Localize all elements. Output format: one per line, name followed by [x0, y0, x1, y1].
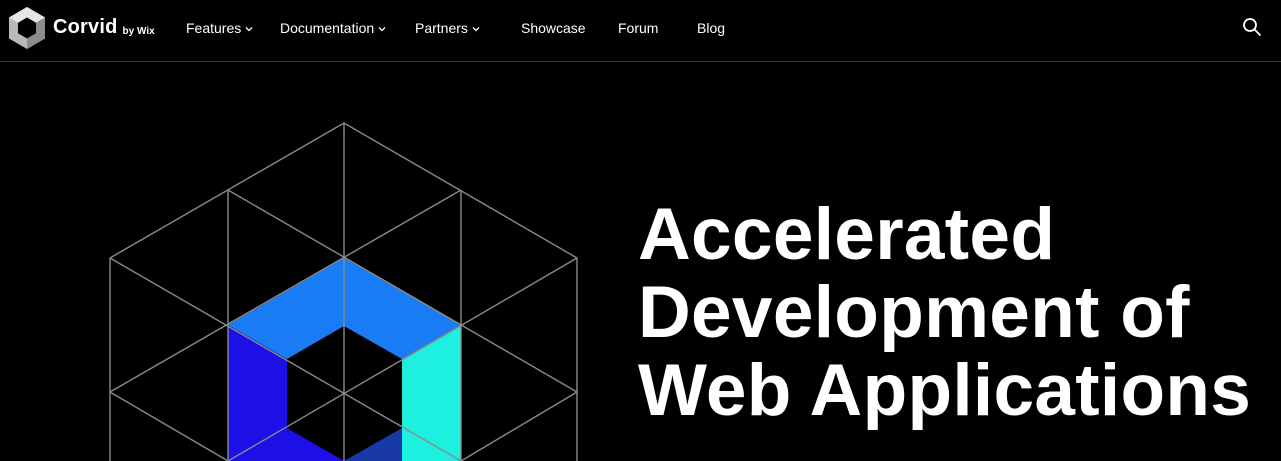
ring-bottom-face — [344, 428, 402, 461]
nav-forum-label: Forum — [618, 19, 659, 36]
nav-features-label: Features — [186, 19, 242, 36]
hero-title-line-3: Web Applications — [638, 350, 1252, 431]
nav-forum[interactable]: Forum — [618, 0, 658, 55]
top-navbar: Corvid by Wix Features Documentation Par… — [0, 0, 1281, 62]
nav-partners[interactable]: Partners — [415, 0, 481, 55]
search-icon[interactable] — [1242, 17, 1262, 37]
nav-blog[interactable]: Blog — [697, 0, 725, 55]
chevron-down-icon — [245, 26, 253, 31]
brand-byline: by Wix — [122, 25, 155, 37]
hero-title-line-2: Development of — [638, 272, 1190, 353]
nav-blog-label: Blog — [697, 19, 726, 36]
corvid-logo[interactable]: Corvid by Wix — [8, 6, 155, 50]
hero-title-line-1: Accelerated — [638, 194, 1056, 275]
page: Corvid by Wix Features Documentation Par… — [0, 0, 1281, 461]
nav-documentation[interactable]: Documentation — [280, 0, 387, 55]
nav-partners-label: Partners — [415, 19, 468, 36]
chevron-down-icon — [378, 26, 386, 31]
nav-documentation-label: Documentation — [280, 19, 375, 36]
isometric-cube-illustration — [109, 122, 578, 461]
brand-name: Corvid — [53, 15, 118, 38]
chevron-down-icon — [472, 26, 480, 31]
nav-showcase[interactable]: Showcase — [521, 0, 586, 55]
nav-features[interactable]: Features — [186, 0, 254, 55]
hexagon-logo-icon — [9, 7, 45, 49]
nav-showcase-label: Showcase — [521, 19, 586, 36]
hero-title: Accelerated Development of Web Applicati… — [638, 196, 1278, 430]
